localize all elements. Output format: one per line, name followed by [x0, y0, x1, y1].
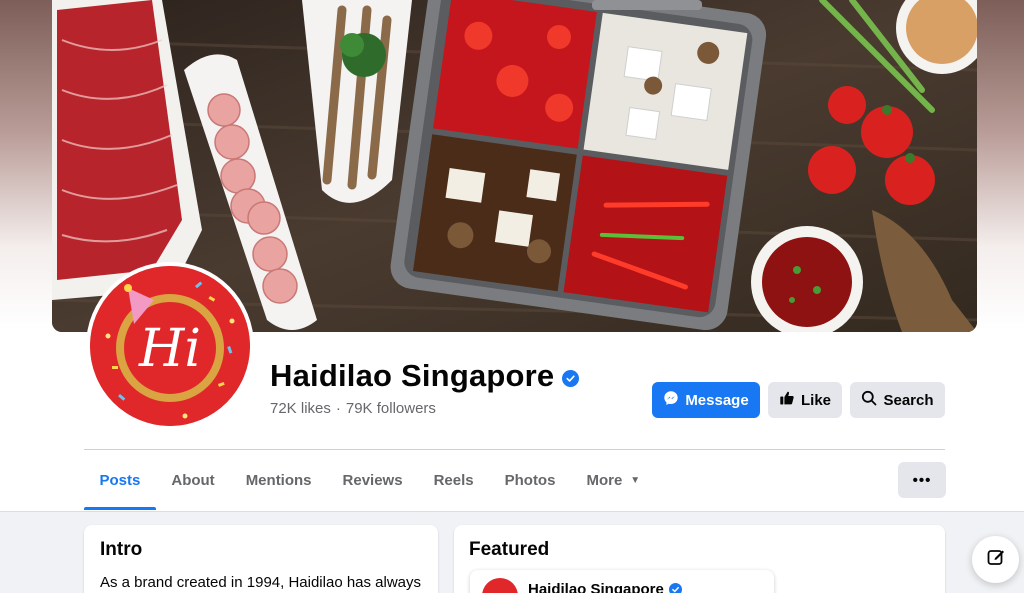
more-options-button[interactable]: ••• — [898, 462, 946, 498]
profile-logo: Hi — [90, 266, 250, 426]
page-actions: Message Like Search — [652, 382, 945, 418]
verified-badge-icon — [562, 369, 580, 387]
likes-count[interactable]: 72K likes — [270, 400, 331, 417]
intro-title: Intro — [100, 539, 143, 560]
tab-label: About — [171, 471, 215, 489]
stats-separator: · — [335, 400, 341, 417]
featured-item[interactable]: Haidilao Singapore — [470, 570, 774, 593]
profile-picture[interactable]: Hi — [86, 262, 254, 430]
featured-item-header: Haidilao Singapore — [528, 581, 682, 593]
tab-reels[interactable]: Reels — [418, 450, 489, 510]
message-button[interactable]: Message — [652, 382, 760, 418]
search-icon — [861, 390, 877, 410]
featured-title: Featured — [469, 539, 550, 560]
tab-label: Photos — [504, 471, 556, 489]
search-button-label: Search — [883, 391, 934, 409]
tab-posts[interactable]: Posts — [84, 450, 156, 510]
compose-button[interactable] — [972, 536, 1019, 583]
intro-card: Intro As a brand created in 1994, Haidil… — [84, 525, 438, 593]
page-header: Haidilao Singapore — [270, 358, 580, 394]
tab-mentions[interactable]: Mentions — [230, 450, 327, 510]
search-button[interactable]: Search — [850, 382, 945, 418]
tab-label: Reels — [433, 471, 474, 489]
logo-lettering: Hi — [138, 319, 201, 379]
tab-reviews[interactable]: Reviews — [327, 450, 418, 510]
haidilao-logo-icon: Hi — [90, 266, 250, 426]
tab-label: More — [586, 471, 623, 489]
compose-icon — [986, 547, 1006, 572]
page-title: Haidilao Singapore — [270, 358, 555, 393]
messenger-icon — [663, 390, 679, 410]
thumbs-up-icon — [779, 390, 795, 410]
message-button-label: Message — [685, 391, 749, 409]
tab-photos[interactable]: Photos — [489, 450, 571, 510]
verified-badge-icon — [668, 583, 682, 593]
caret-down-icon: ▼ — [630, 474, 641, 486]
followers-count[interactable]: 79K followers — [346, 400, 436, 417]
page-stats: 72K likes · 79K followers — [270, 400, 436, 417]
tab-label: Posts — [99, 471, 141, 489]
tab-more[interactable]: More ▼ — [571, 450, 656, 510]
like-button[interactable]: Like — [768, 382, 842, 418]
page-tabs: Posts About Mentions Reviews Reels Photo… — [84, 450, 656, 510]
featured-page-name[interactable]: Haidilao Singapore — [528, 581, 664, 593]
intro-text: As a brand created in 1994, Haidilao has… — [100, 574, 422, 591]
like-button-label: Like — [801, 391, 832, 409]
tab-label: Reviews — [342, 471, 403, 489]
featured-card: Featured Haidilao Singapore — [454, 525, 945, 593]
avatar[interactable] — [482, 578, 518, 593]
tab-about[interactable]: About — [156, 450, 230, 510]
tab-label: Mentions — [245, 471, 312, 489]
